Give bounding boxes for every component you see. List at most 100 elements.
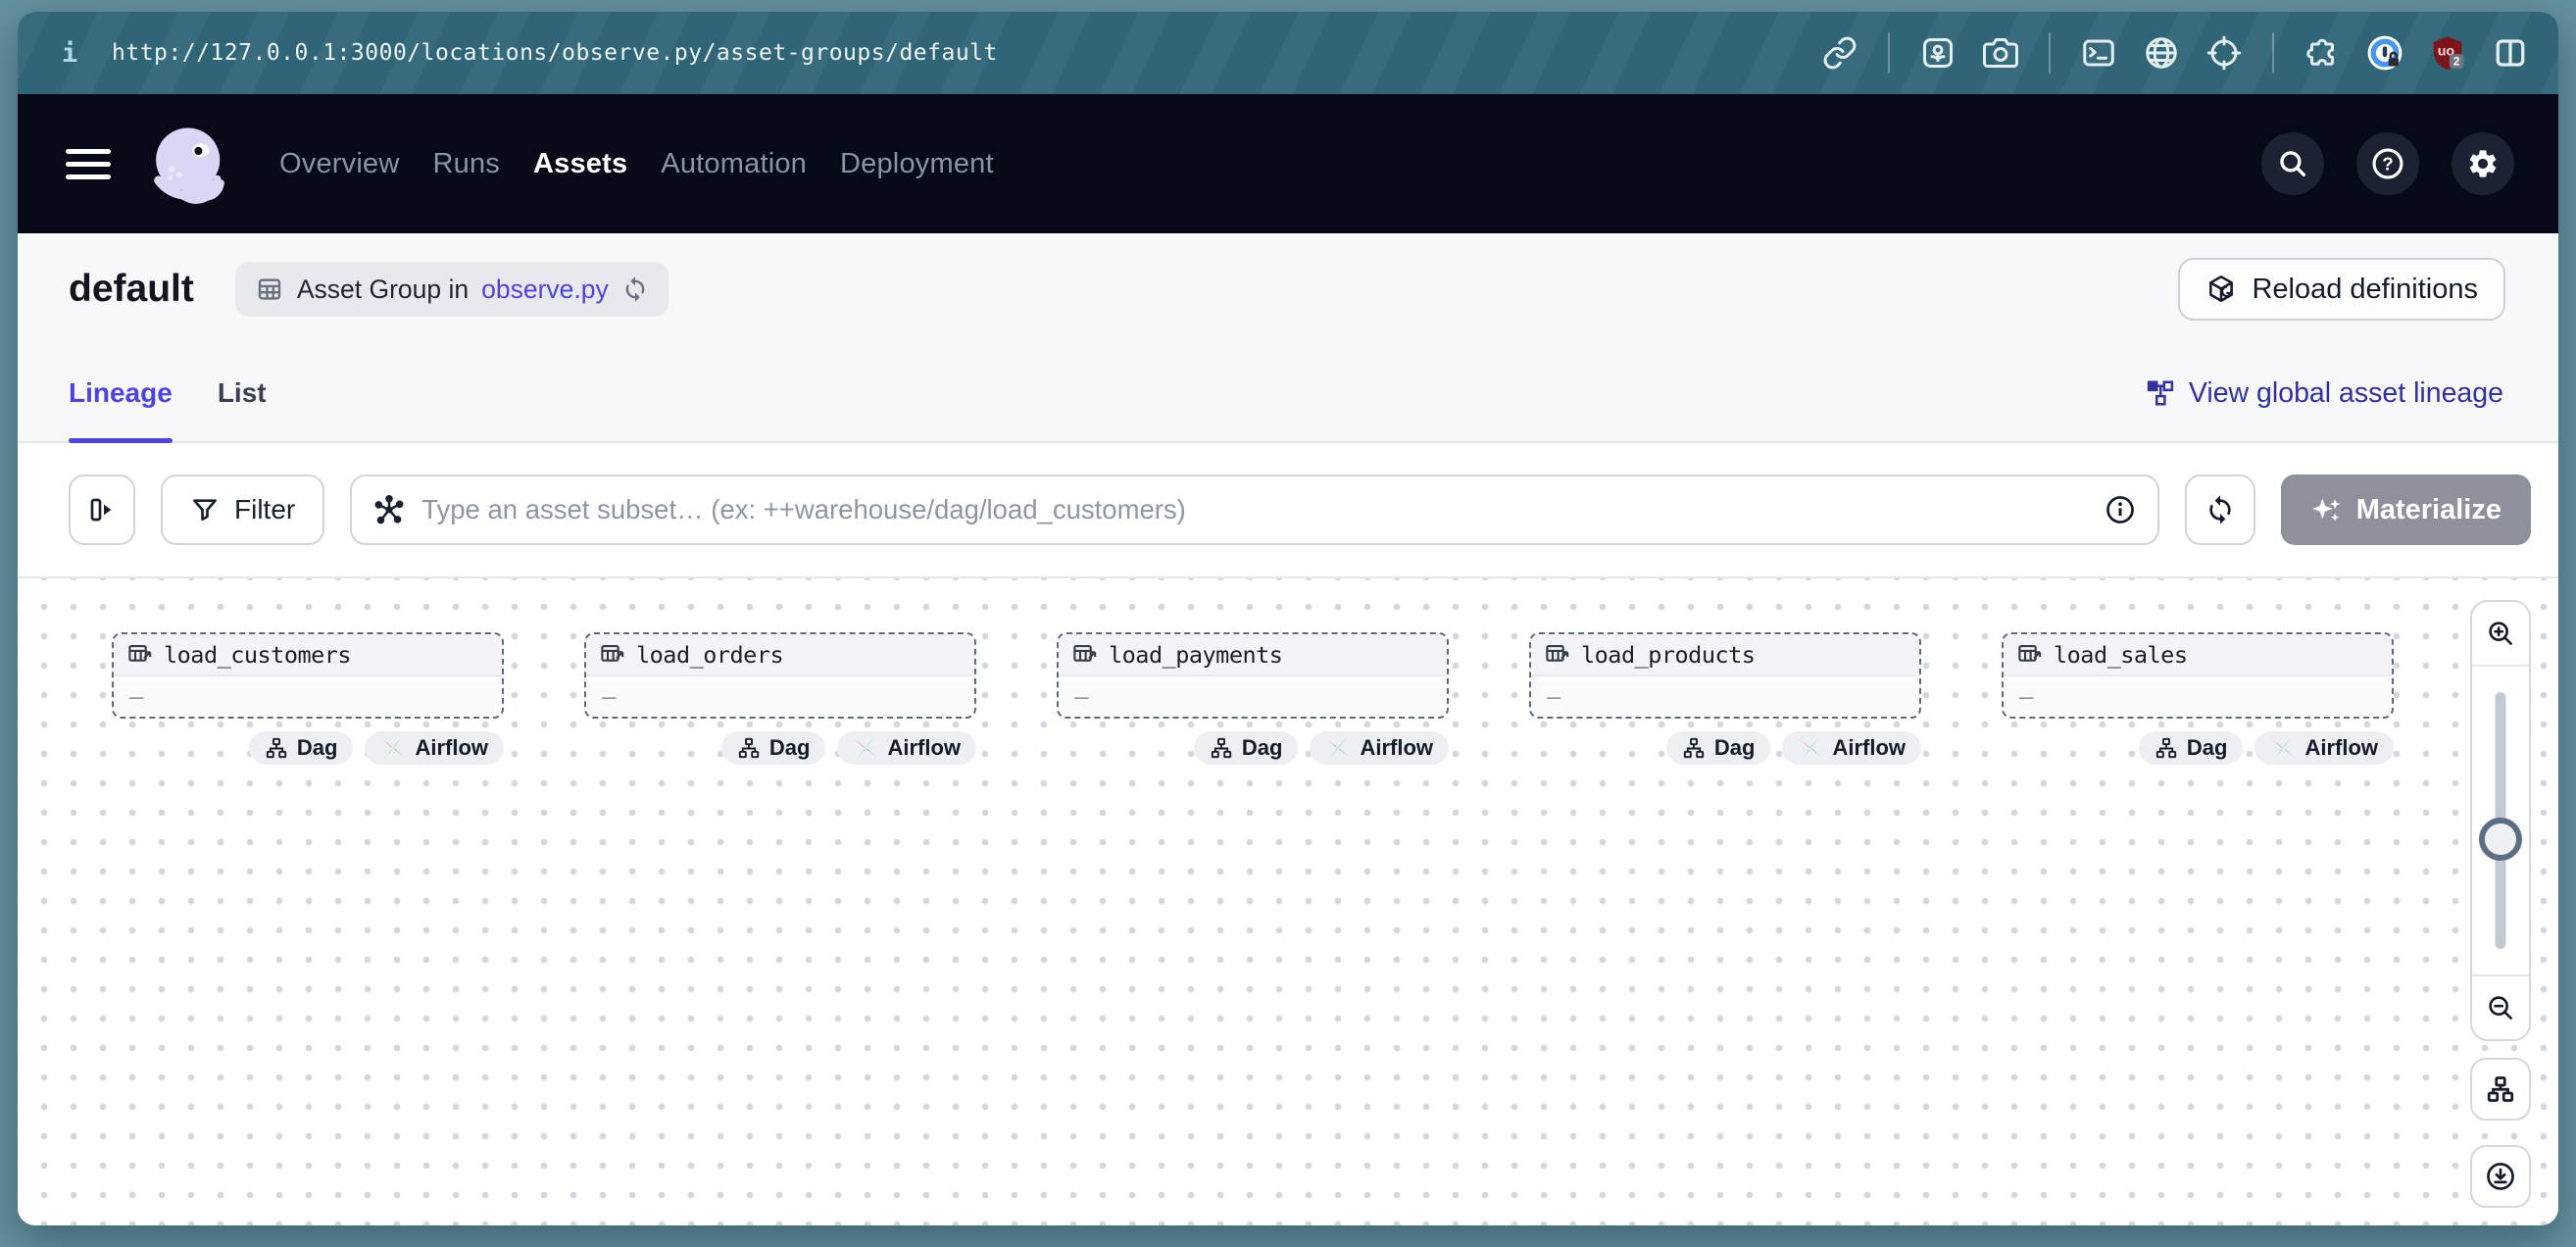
panel-right-icon [86,494,118,525]
tag-airflow[interactable]: Airflow [2254,731,2394,765]
ublock-icon[interactable]: uo2 [2429,34,2466,72]
hamburger-menu-icon[interactable] [66,149,111,179]
onepassword-icon[interactable] [2366,34,2403,72]
info-icon[interactable] [2105,494,2136,525]
dag-icon [737,736,761,760]
airflow-icon [853,735,878,761]
browser-toolbar-icons: uo2 [1821,32,2529,74]
table-asset-icon [1071,641,1098,668]
nav-item-deployment[interactable]: Deployment [840,148,994,180]
puzzle-extension-icon[interactable] [2304,34,2341,72]
badge-code-location-link[interactable]: observe.py [481,274,609,305]
crosshair-icon[interactable] [2205,34,2243,72]
airflow-icon [1325,735,1351,761]
tab-lineage[interactable]: Lineage [69,345,173,441]
lineage-graph-canvas[interactable]: load_customers – Dag Airflow lo [18,578,2558,1225]
zoom-slider[interactable] [2472,667,2529,974]
camera-icon[interactable] [1982,34,2019,72]
asset-node-load-customers: load_customers – Dag Airflow [112,632,504,765]
link-icon[interactable] [1821,34,1858,72]
nav-actions: ? [2261,132,2514,195]
dag-icon [1210,736,1233,760]
toolbar-separator [1888,32,1890,74]
filter-funnel-icon [190,495,220,524]
tag-dag[interactable]: Dag [249,731,354,765]
asset-subset-input[interactable] [421,494,2087,525]
refresh-icon [2204,494,2236,525]
settings-gear-button[interactable] [2452,132,2514,195]
terminal-icon[interactable] [2080,34,2117,72]
badge-text: Asset Group in [297,274,469,305]
ublock-badge-count: 2 [2453,54,2460,68]
asset-node-box[interactable]: load_customers – [112,632,504,719]
zoom-slider-thumb[interactable] [2479,818,2522,861]
download-icon [2485,1161,2516,1192]
tag-dag[interactable]: Dag [721,731,826,765]
graph-layout-icon [2486,1074,2515,1104]
asset-node-load-orders: load_orders – Dag Airflow [584,632,976,765]
page-info-icon[interactable]: i [55,38,84,69]
rearrange-layout-button[interactable] [2470,1058,2531,1121]
reload-cube-icon [2205,274,2237,305]
reload-definitions-button[interactable]: Reload definitions [2178,258,2505,321]
globe-icon[interactable] [2143,34,2180,72]
open-side-panel-button[interactable] [69,474,135,545]
nav-item-runs[interactable]: Runs [432,148,500,180]
refresh-button[interactable] [2185,474,2255,545]
tab-list[interactable]: List [218,345,267,441]
nav-item-overview[interactable]: Overview [279,148,399,180]
zoom-out-icon [2486,993,2515,1023]
asset-node-load-products: load_products – Dag Airflow [1529,632,1921,765]
zoom-in-button[interactable] [2472,602,2529,667]
airflow-icon [2270,735,2296,761]
airflow-icon [380,735,406,761]
zoom-out-button[interactable] [2472,974,2529,1039]
asset-node-box[interactable]: load_sales – [2002,632,2394,719]
tag-airflow[interactable]: Airflow [1782,731,1921,765]
asset-node-box[interactable]: load_payments – [1057,632,1449,719]
page-header: default Asset Group in observe.py Reload… [18,233,2558,345]
asset-node-box[interactable]: load_products – [1529,632,1921,719]
address-url[interactable]: http://127.0.0.1:3000/locations/observe.… [112,40,998,66]
help-button[interactable]: ? [2356,132,2419,195]
sync-icon[interactable] [621,275,649,303]
dag-icon [265,736,288,760]
global-lineage-icon [2146,378,2175,408]
browser-window: i http://127.0.0.1:3000/locations/observ… [18,12,2558,1225]
tag-airflow[interactable]: Airflow [837,731,976,765]
view-global-asset-lineage-link[interactable]: View global asset lineage [2146,377,2503,410]
asset-subset-search [350,474,2158,545]
download-image-button[interactable] [2470,1145,2531,1208]
nav-links: Overview Runs Assets Automation Deployme… [279,148,994,180]
search-button[interactable] [2261,132,2324,195]
filter-button[interactable]: Filter [161,474,324,545]
tabs-row: Lineage List View global asset lineage [18,345,2558,443]
asset-graph-icon [373,494,405,525]
tag-airflow[interactable]: Airflow [1310,731,1449,765]
dagster-logo[interactable] [148,122,230,206]
tag-dag[interactable]: Dag [1666,731,1771,765]
asset-node-load-sales: load_sales – Dag Airflow [2002,632,2394,765]
image-icon[interactable] [1919,34,1957,72]
asset-node-load-payments: load_payments – Dag Airflow [1057,632,1449,765]
materialize-button[interactable]: Materialize [2281,474,2531,545]
split-view-icon[interactable] [2492,34,2529,72]
dag-icon [2155,736,2178,760]
airflow-icon [1798,735,1823,761]
nav-item-assets[interactable]: Assets [533,148,627,180]
asset-group-icon [255,274,284,304]
table-asset-icon [2016,641,2043,668]
tag-dag[interactable]: Dag [2139,731,2244,765]
table-asset-icon [599,641,625,668]
tag-dag[interactable]: Dag [1194,731,1299,765]
dag-icon [1682,736,1706,760]
toolbar-separator [2272,32,2274,74]
asset-node-box[interactable]: load_orders – [584,632,976,719]
table-asset-icon [1544,641,1570,668]
sparkles-icon [2310,495,2342,524]
tag-airflow[interactable]: Airflow [365,731,504,765]
nav-item-automation[interactable]: Automation [661,148,807,180]
zoom-controls [2470,600,2531,1041]
svg-text:?: ? [2382,153,2393,174]
lineage-toolbar: Filter Materialize [18,443,2558,578]
